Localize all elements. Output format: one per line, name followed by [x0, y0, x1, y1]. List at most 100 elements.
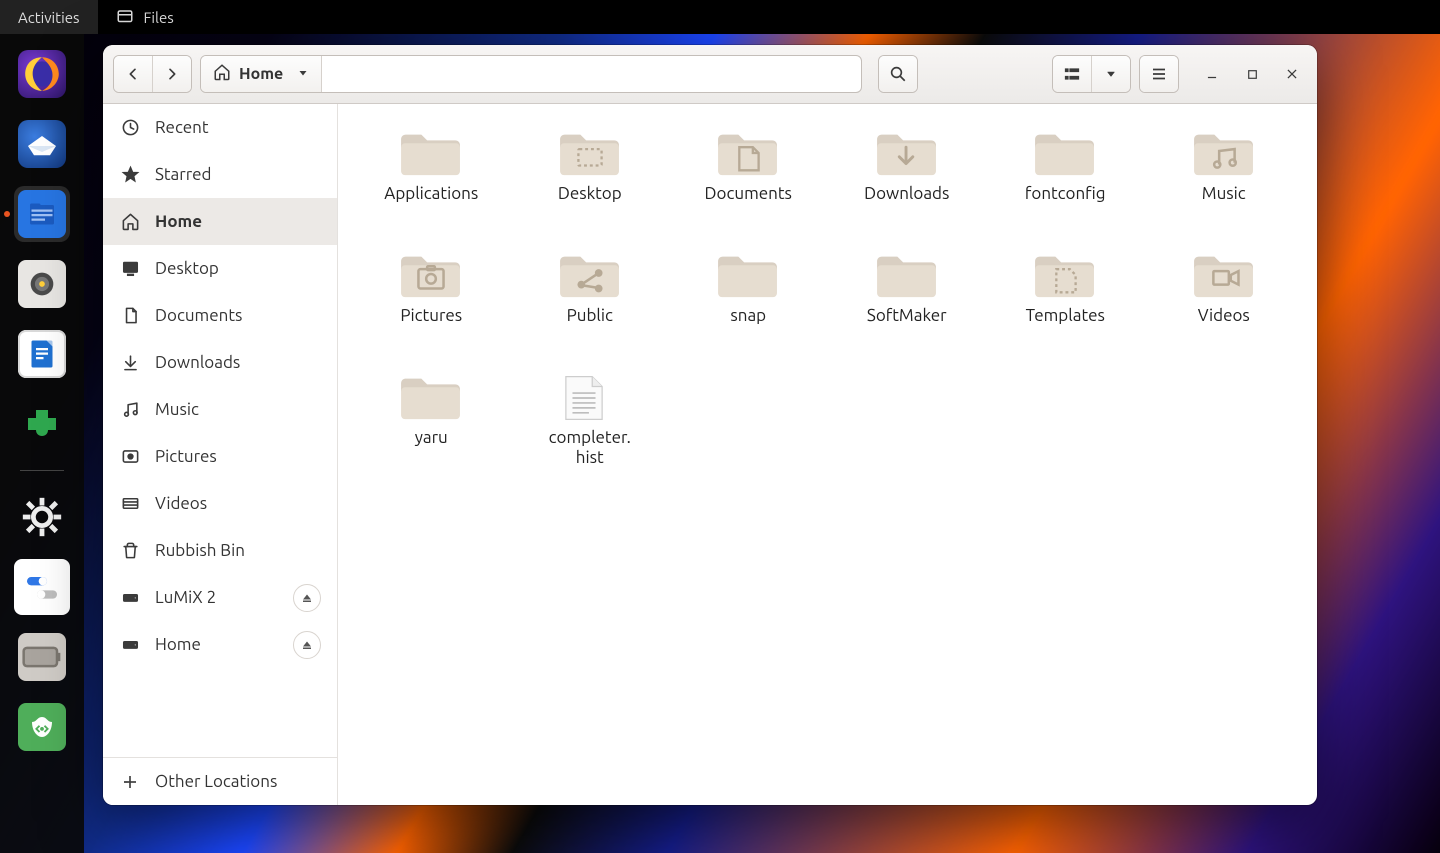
dock-extensions[interactable] [14, 396, 70, 452]
minimize-button[interactable] [1197, 59, 1227, 89]
headerbar: Home [103, 45, 1317, 104]
places-sidebar: Recent Starred Home Desktop Documents Downloa… [103, 104, 338, 805]
desktop-icon [119, 258, 141, 280]
path-bar: Home [200, 55, 862, 93]
view-list-button[interactable] [1053, 56, 1091, 92]
file-item-pictures[interactable]: Pictures [352, 244, 511, 362]
folder-icon [556, 124, 624, 178]
back-button[interactable] [114, 56, 152, 92]
file-item-softmaker[interactable]: SoftMaker [828, 244, 987, 362]
file-label: Templates [1026, 306, 1105, 326]
close-button[interactable] [1277, 59, 1307, 89]
sidebar-item-starred[interactable]: Starred [103, 151, 337, 198]
view-switcher [1052, 55, 1131, 93]
sidebar-item-label: Home [155, 212, 202, 231]
eject-button[interactable] [293, 631, 321, 659]
dock-divider [20, 470, 64, 471]
app-menu-button[interactable]: Files [98, 0, 192, 34]
sidebar-item-label: Documents [155, 306, 242, 325]
file-item-public[interactable]: Public [511, 244, 670, 362]
icon-view[interactable]: Applications Desktop DocumentsDownloads fon… [338, 104, 1317, 805]
search-button[interactable] [879, 56, 917, 92]
sidebar-item-music[interactable]: Music [103, 386, 337, 433]
sidebar-item-pictures[interactable]: Pictures [103, 433, 337, 480]
sidebar-item-recent[interactable]: Recent [103, 104, 337, 151]
file-item-music[interactable]: Music [1145, 122, 1304, 240]
drive-icon [119, 634, 141, 656]
dock-tweaks[interactable] [14, 559, 70, 615]
home-icon [213, 63, 231, 85]
nav-buttons [113, 55, 192, 93]
sidebar-item-desktop[interactable]: Desktop [103, 245, 337, 292]
file-item-completer-hist[interactable]: completer.hist [511, 366, 670, 484]
folder-icon [1031, 246, 1099, 300]
sidebar-item-lumix-2[interactable]: LuMiX 2 [103, 574, 337, 621]
dock-trash[interactable] [14, 699, 70, 755]
file-label: Desktop [558, 184, 622, 204]
eject-button[interactable] [293, 584, 321, 612]
file-label: fontconfig [1025, 184, 1106, 204]
sidebar-item-home[interactable]: Home [103, 621, 337, 668]
dock-settings[interactable] [14, 489, 70, 545]
recent-icon [119, 117, 141, 139]
sidebar-item-label: Recent [155, 118, 209, 137]
sidebar-item-label: Videos [155, 494, 207, 513]
forward-button[interactable] [152, 56, 191, 92]
sidebar-item-label: Music [155, 400, 199, 419]
sidebar-item-videos[interactable]: Videos [103, 480, 337, 527]
file-item-videos[interactable]: Videos [1145, 244, 1304, 362]
sidebar-item-label: Desktop [155, 259, 219, 278]
sidebar-item-home[interactable]: Home [103, 198, 337, 245]
file-item-downloads[interactable]: Downloads [828, 122, 987, 240]
dock-firefox[interactable] [14, 46, 70, 102]
folder-icon [397, 124, 465, 178]
path-spacer[interactable] [322, 56, 861, 92]
sidebar-item-label: Starred [155, 165, 212, 184]
dock-rhythmbox[interactable] [14, 256, 70, 312]
file-item-applications[interactable]: Applications [352, 122, 511, 240]
activities-button[interactable]: Activities [0, 0, 98, 34]
sidebar-item-downloads[interactable]: Downloads [103, 339, 337, 386]
file-label: yaru [415, 428, 448, 448]
files-window: Home [103, 45, 1317, 805]
sidebar-item-label: LuMiX 2 [155, 588, 216, 607]
file-item-desktop[interactable]: Desktop [511, 122, 670, 240]
dock-libreoffice[interactable] [14, 326, 70, 382]
file-label: Applications [384, 184, 478, 204]
file-item-yaru[interactable]: yaru [352, 366, 511, 484]
file-item-fontconfig[interactable]: fontconfig [986, 122, 1145, 240]
ubuntu-dock [0, 34, 84, 853]
maximize-button[interactable] [1237, 59, 1267, 89]
path-home-label: Home [239, 65, 283, 83]
path-segment-home[interactable]: Home [201, 56, 322, 92]
path-dropdown-icon [297, 65, 309, 83]
app-menu-label: Files [144, 9, 174, 26]
dock-power[interactable] [14, 629, 70, 685]
sidebar-other-locations-label: Other Locations [155, 772, 277, 791]
right-toolbar [1052, 55, 1307, 93]
gnome-top-panel: Activities Files [0, 0, 1440, 34]
folder-icon [714, 246, 782, 300]
video-icon [119, 493, 141, 515]
file-label: Pictures [400, 306, 462, 326]
folder-icon [1190, 246, 1258, 300]
view-options-button[interactable] [1091, 56, 1130, 92]
file-label: SoftMaker [867, 306, 947, 326]
sidebar-item-rubbish-bin[interactable]: Rubbish Bin [103, 527, 337, 574]
file-item-snap[interactable]: snap [669, 244, 828, 362]
hamburger-menu-button[interactable] [1140, 56, 1178, 92]
dock-thunderbird[interactable] [14, 116, 70, 172]
file-item-documents[interactable]: Documents [669, 122, 828, 240]
file-item-templates[interactable]: Templates [986, 244, 1145, 362]
sidebar-item-documents[interactable]: Documents [103, 292, 337, 339]
file-label: Public [567, 306, 613, 326]
dock-files[interactable] [14, 186, 70, 242]
star-icon [119, 164, 141, 186]
folder-icon [1190, 124, 1258, 178]
folder-icon [873, 246, 941, 300]
sidebar-other-locations[interactable]: Other Locations [103, 758, 337, 805]
hamburger-group [1139, 55, 1179, 93]
file-label: Music [1202, 184, 1246, 204]
files-app-icon [116, 8, 134, 26]
sidebar-item-label: Pictures [155, 447, 217, 466]
